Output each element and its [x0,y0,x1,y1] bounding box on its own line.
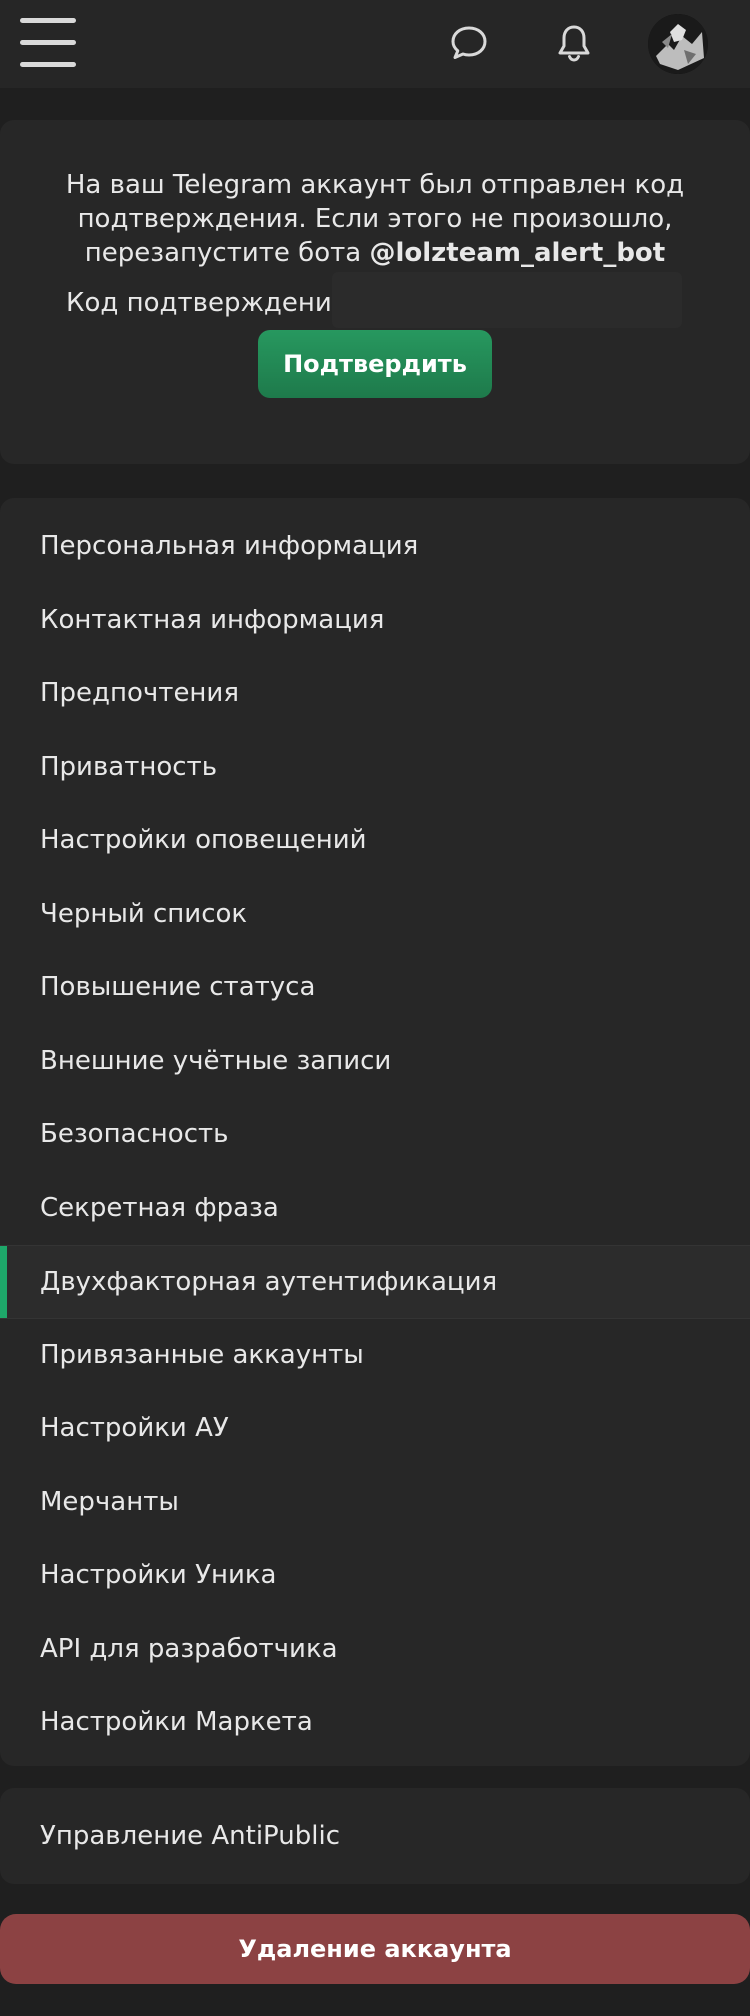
menu-item[interactable]: Секретная фраза [0,1172,750,1244]
menu-item[interactable]: Настройки Уника [0,1539,750,1611]
menu-item[interactable]: Привязанные аккаунты [0,1319,750,1391]
menu-item[interactable]: Персональная информация [0,510,750,582]
menu-item-label: Мерчанты [40,1487,179,1517]
settings-menu: Персональная информация Контактная информ… [0,498,750,1766]
top-bar [0,0,750,88]
menu-item[interactable]: Настройки АУ [0,1392,750,1464]
menu-item-label: Двухфакторная аутентификация [40,1267,498,1297]
menu-item[interactable]: Настройки оповещений [0,804,750,876]
menu-item[interactable]: Повышение статуса [0,951,750,1023]
bell-icon[interactable] [553,22,595,64]
menu-item-label: Внешние учётные записи [40,1046,392,1076]
menu-item-label: Приватность [40,752,218,782]
code-label: Код подтверждения: [66,288,357,318]
menu-item[interactable]: Внешние учётные записи [0,1025,750,1097]
menu-item-label: Безопасность [40,1119,229,1149]
menu-item[interactable]: Мерчанты [0,1466,750,1538]
menu-item-label: Черный список [40,899,248,929]
menu-item-label: Настройки АУ [40,1413,229,1443]
verification-card: На ваш Telegram аккаунт был отправлен ко… [0,120,750,464]
chat-bubble-icon[interactable] [448,22,490,64]
menu-item-label: Настройки Маркета [40,1707,313,1737]
code-input[interactable] [332,272,682,328]
menu-item[interactable]: Контактная информация [0,584,750,656]
delete-account-button[interactable]: Удаление аккаунта [0,1914,750,1984]
verification-message-prefix: перезапустите бота [84,238,370,268]
menu-item[interactable]: Безопасность [0,1098,750,1170]
verification-message-line: На ваш Telegram аккаунт был отправлен ко… [65,170,685,200]
hamburger-menu-icon[interactable] [20,18,78,68]
antipublic-card: Управление AntiPublic [0,1788,750,1884]
menu-item-label: Привязанные аккаунты [40,1340,364,1370]
user-avatar[interactable] [648,14,708,74]
menu-item[interactable]: API для разработчика [0,1613,750,1685]
menu-item-label: API для разработчика [40,1634,338,1664]
menu-item-label: Управление AntiPublic [40,1821,341,1851]
menu-item[interactable]: Предпочтения [0,657,750,729]
menu-item-label: Повышение статуса [40,972,316,1002]
bot-name: @lolzteam_alert_bot [369,238,666,268]
menu-item-label: Настройки оповещений [40,825,367,855]
menu-item-label: Контактная информация [40,605,385,635]
menu-item[interactable]: Приватность [0,731,750,803]
active-item-marker [0,1246,7,1318]
menu-item-label: Секретная фраза [40,1193,279,1223]
verification-message-line: подтверждения. Если этого не произошло, [77,204,673,234]
verification-message: На ваш Telegram аккаунт был отправлен ко… [0,168,750,270]
verification-message-line: перезапустите бота @lolzteam_alert_bot [0,236,750,270]
menu-item[interactable]: Двухфакторная аутентификация [0,1245,750,1319]
menu-item-label: Персональная информация [40,531,419,561]
menu-item-label: Настройки Уника [40,1560,277,1590]
confirm-button[interactable]: Подтвердить [258,330,492,398]
menu-item-label: Предпочтения [40,678,239,708]
menu-item[interactable]: Черный список [0,878,750,950]
menu-item[interactable]: Настройки Маркета [0,1686,750,1758]
menu-item-antipublic[interactable]: Управление AntiPublic [0,1800,750,1872]
